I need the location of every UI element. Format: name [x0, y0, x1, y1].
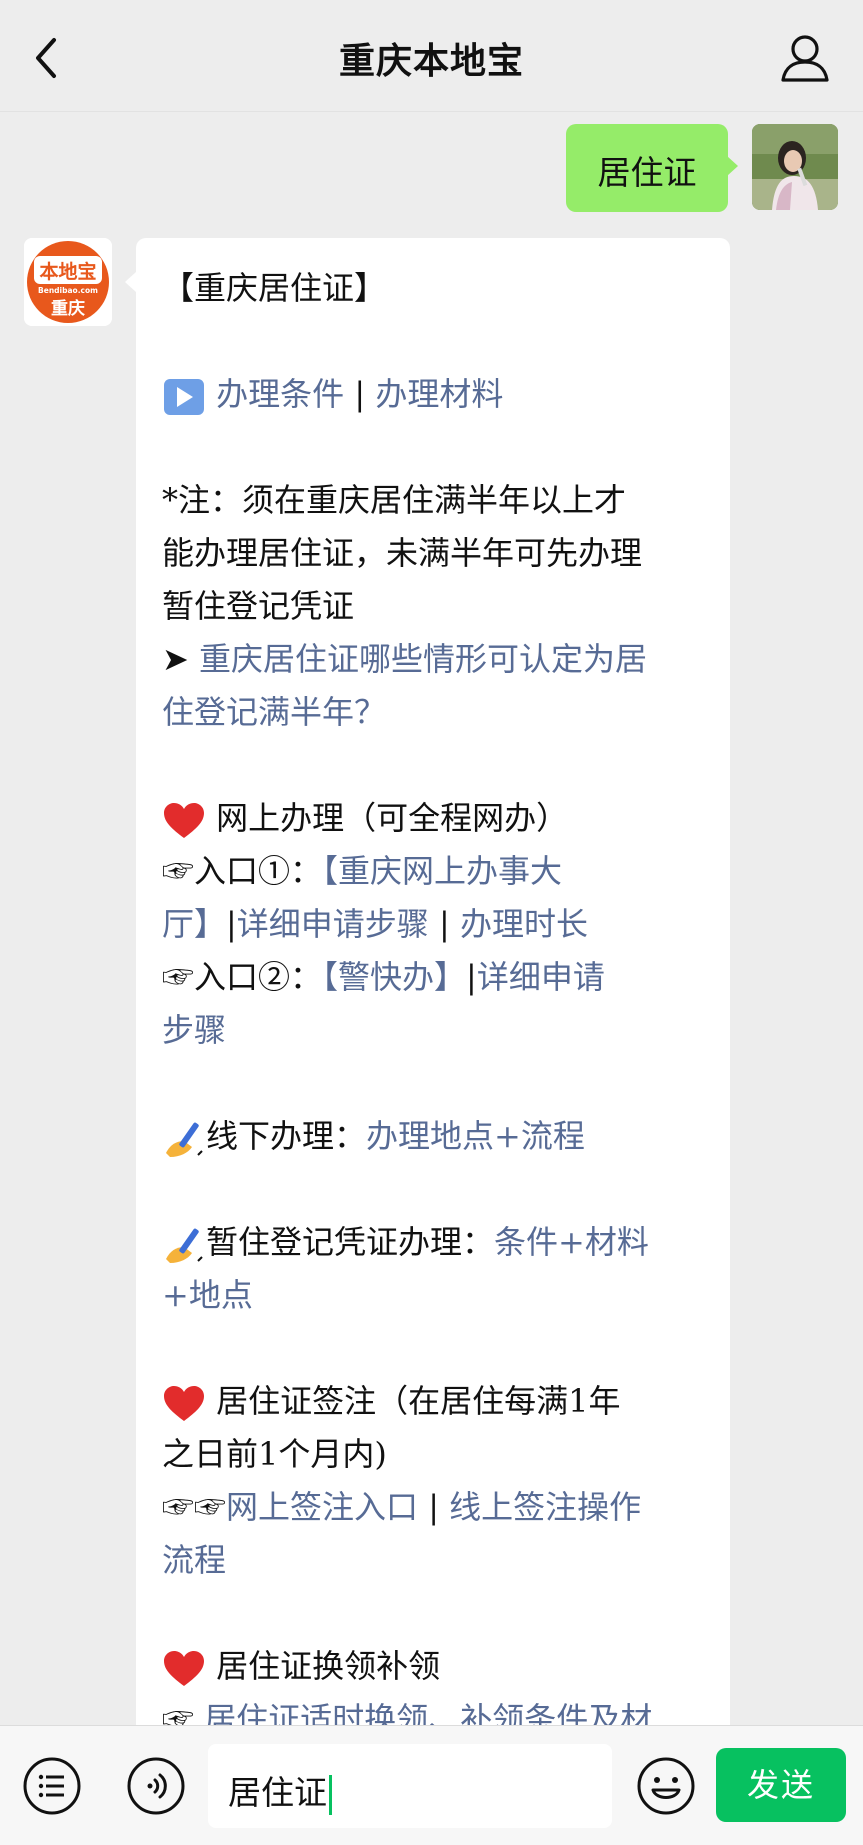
- play-button-icon: [164, 378, 204, 415]
- entry1-row: 厅】|详细申请步骤 | 办理时长: [162, 898, 710, 951]
- input-bar: 居住证 发送: [0, 1725, 863, 1845]
- logo-name-text: 本地宝: [39, 260, 96, 283]
- faq-link[interactable]: 住登记满半年？: [162, 693, 386, 731]
- online-endorse-link[interactable]: 网上签注入口: [226, 1488, 418, 1526]
- jingkuaiban-link[interactable]: 【警快办】: [322, 958, 466, 996]
- faq-row: 住登记满半年？: [162, 686, 710, 739]
- endorse-heading-cont: 之日前1个月内): [162, 1435, 387, 1473]
- note-line: *注：须在重庆居住满半年以上才: [162, 481, 627, 519]
- outgoing-message-text: 居住证: [597, 153, 697, 192]
- temp-registration-row: 暂住登记凭证办理：条件+材料: [162, 1216, 710, 1269]
- entry2-steps-link[interactable]: 步骤: [162, 1011, 226, 1049]
- voice-button[interactable]: [126, 1756, 186, 1816]
- faq-row: ➤ 重庆居住证哪些情形可认定为居: [162, 633, 710, 686]
- entry2-row: 步骤: [162, 1004, 710, 1057]
- entry2-prefix: ☞入口②：: [162, 958, 323, 996]
- writing-hand-icon: [166, 1122, 203, 1157]
- voice-wave-icon: [127, 1757, 185, 1815]
- person-icon: [781, 35, 829, 82]
- link-separator: |: [418, 1488, 450, 1526]
- entry2-steps-link[interactable]: 详细申请: [477, 958, 605, 996]
- logo-domain-text: Bendibao.com: [38, 286, 98, 295]
- bendibao-logo: 本地宝 Bendibao.com 重庆: [24, 238, 112, 326]
- link-separator: |: [226, 905, 237, 943]
- renew-heading: 居住证换领补领: [216, 1647, 441, 1685]
- official-account-avatar[interactable]: 本地宝 Bendibao.com 重庆: [24, 238, 112, 326]
- gov-service-hall-link[interactable]: 厅】: [162, 905, 226, 943]
- entry1-prefix: ☞入口①：: [162, 852, 323, 890]
- renew-conditions-link[interactable]: 居住证适时换领、补领条件及材: [204, 1700, 652, 1725]
- writing-hand-icon: [166, 1228, 203, 1263]
- offline-label: 线下办理：: [206, 1117, 367, 1155]
- list-menu-icon: [23, 1757, 81, 1815]
- conditions-link[interactable]: 办理条件: [216, 375, 344, 413]
- user-photo: [752, 124, 838, 210]
- endorse-links-row: ☞☞网上签注入口 | 线上签注操作: [162, 1481, 710, 1534]
- endorse-prefix: ☞☞: [162, 1488, 227, 1526]
- chat-title: 重庆本地宝: [338, 41, 524, 82]
- endorse-process-link[interactable]: 流程: [162, 1541, 226, 1579]
- incoming-message-bubble: 【重庆居住证】 办理条件 | 办理材料 *注：须在重庆居住满半年以上才 能办理居…: [125, 238, 730, 1725]
- heart-icon: [164, 802, 204, 838]
- offline-location-link[interactable]: 办理地点+流程: [366, 1117, 585, 1155]
- chat-info-button[interactable]: [777, 30, 833, 86]
- online-heading: 网上办理（可全程网办）: [216, 799, 569, 837]
- temp-registration-row: +地点: [162, 1269, 710, 1322]
- online-heading-row: 网上办理（可全程网办）: [162, 792, 710, 845]
- processing-time-link[interactable]: 办理时长: [460, 905, 588, 943]
- note-line: 能办理居住证，未满半年可先办理: [162, 534, 643, 572]
- endorse-links-row: 流程: [162, 1534, 710, 1587]
- entry1-row: ☞入口①：【重庆网上办事大: [162, 845, 710, 898]
- message-input-value: 居住证: [228, 1766, 332, 1815]
- link-separator: |: [466, 958, 477, 996]
- materials-link[interactable]: 办理材料: [375, 375, 503, 413]
- offline-row: 线下办理：办理地点+流程: [162, 1110, 710, 1163]
- link-separator: |: [428, 905, 460, 943]
- text-cursor: [329, 1775, 332, 1815]
- arrow-icon: ➤: [162, 640, 199, 678]
- menu-button[interactable]: [22, 1756, 82, 1816]
- note-line: 暂住登记凭证: [162, 587, 355, 625]
- message-input[interactable]: 居住证: [208, 1744, 612, 1828]
- entry2-row: ☞入口②：【警快办】|详细申请: [162, 951, 710, 1004]
- renew-prefix: ☞: [162, 1700, 205, 1725]
- faq-link[interactable]: 重庆居住证哪些情形可认定为居: [199, 640, 647, 678]
- smiley-icon: [637, 1757, 695, 1815]
- logo-city-text: 重庆: [51, 298, 85, 319]
- temp-registration-link[interactable]: +地点: [162, 1276, 253, 1314]
- renew-links-row: ☞ 居住证适时换领、补领条件及材: [162, 1693, 710, 1725]
- send-button[interactable]: 发送: [716, 1748, 846, 1822]
- endorse-heading: 居住证签注（在居住每满1年: [216, 1382, 621, 1420]
- renew-heading-row: 居住证换领补领: [162, 1640, 710, 1693]
- outgoing-message-bubble[interactable]: 居住证: [566, 124, 738, 212]
- emoji-button[interactable]: [636, 1756, 696, 1816]
- message-list[interactable]: 居住证 本地宝 Bendibao.com 重庆 【重庆居住证】 办理条件 | 办…: [0, 112, 863, 1725]
- temp-registration-link[interactable]: 条件+材料: [494, 1223, 649, 1261]
- gov-service-hall-link[interactable]: 【重庆网上办事大: [322, 852, 562, 890]
- incoming-message-content: 【重庆居住证】 办理条件 | 办理材料 *注：须在重庆居住满半年以上才 能办理居…: [162, 262, 710, 1725]
- link-separator: |: [344, 375, 376, 413]
- entry1-steps-link[interactable]: 详细申请步骤: [237, 905, 429, 943]
- endorse-heading-row: 居住证签注（在居住每满1年: [162, 1375, 710, 1428]
- endorse-process-link[interactable]: 线上签注操作: [449, 1488, 641, 1526]
- conditions-materials-row: 办理条件 | 办理材料: [162, 368, 710, 421]
- temp-registration-label: 暂住登记凭证办理：: [206, 1223, 495, 1261]
- message-heading: 【重庆居住证】: [162, 269, 387, 307]
- heart-icon: [164, 1385, 204, 1421]
- user-avatar[interactable]: [752, 124, 838, 210]
- heart-icon: [164, 1650, 204, 1686]
- chat-header: 重庆本地宝: [0, 0, 863, 112]
